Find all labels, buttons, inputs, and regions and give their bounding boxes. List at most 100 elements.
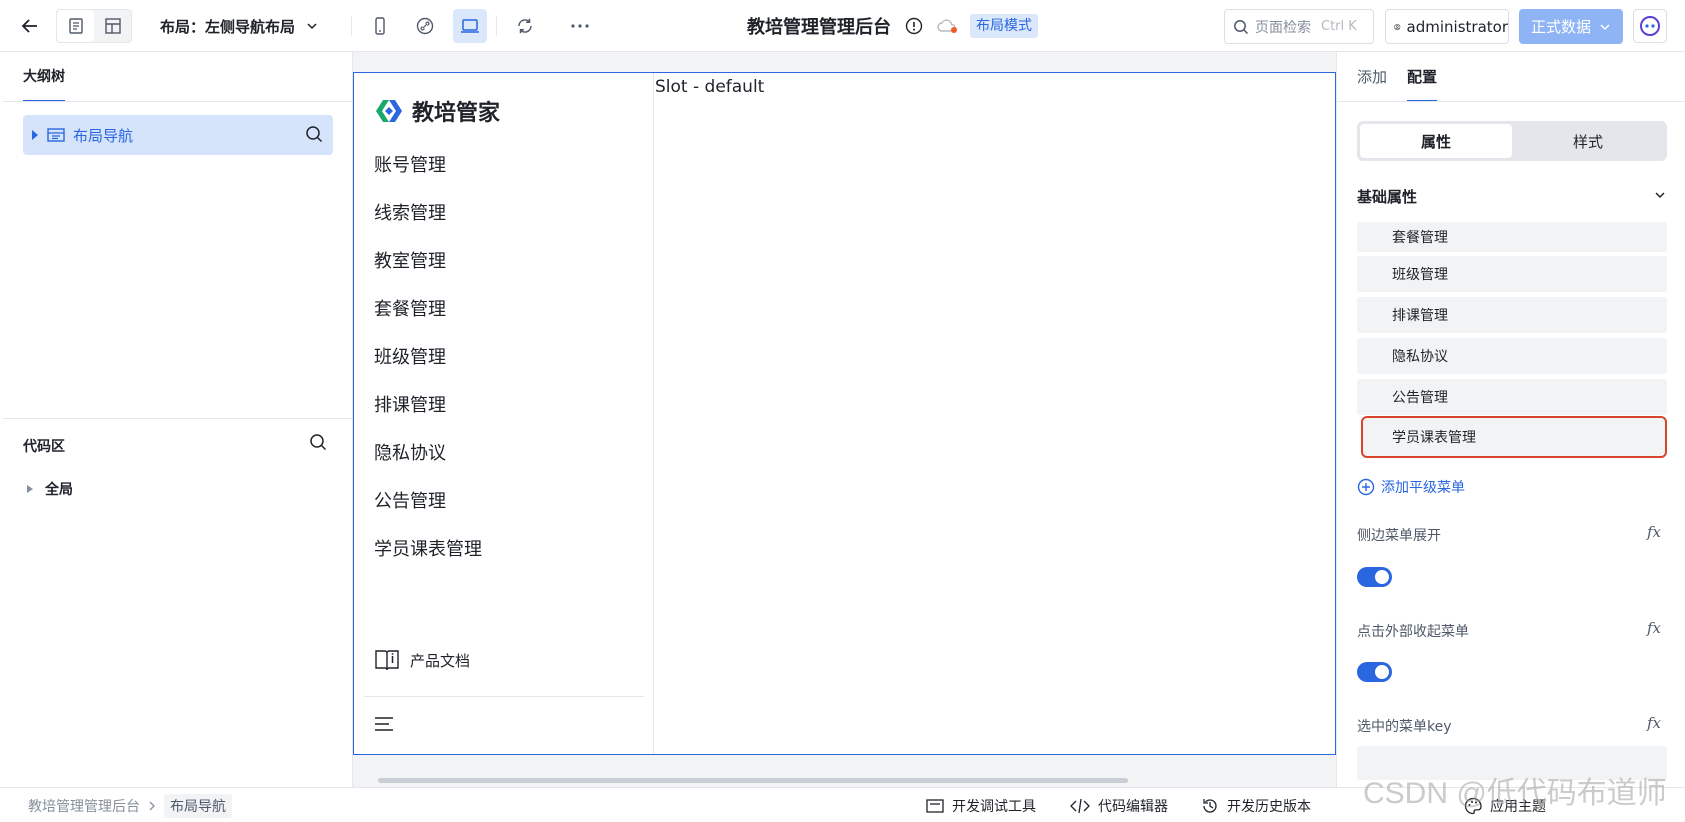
nav-menu-item[interactable]: 学员课表管理 (374, 535, 482, 561)
prop-label-click-outside: 点击外部收起菜单 (1357, 624, 1469, 640)
nav-menu-item[interactable]: 排课管理 (374, 391, 446, 417)
more-icon[interactable] (563, 9, 597, 43)
code-editor-label: 代码编辑器 (1098, 798, 1168, 815)
add-sibling-menu-label: 添加平级菜单 (1381, 480, 1465, 496)
code-area-title: 代码区 (23, 439, 65, 455)
add-sibling-menu-button[interactable]: 添加平级菜单 (1357, 477, 1465, 497)
env-data-button[interactable]: 正式数据 (1519, 9, 1623, 44)
toolbar-divider (496, 16, 497, 36)
search-icon (1234, 19, 1249, 34)
history-label: 开发历史版本 (1227, 798, 1311, 815)
top-toolbar: 布局：左侧导航布局 教培管理管理后台 布局模式 页面检索 Ctrl K admi… (0, 0, 1685, 52)
divider (3, 418, 352, 419)
selected-key-input[interactable] (1357, 746, 1667, 780)
link-icon[interactable] (408, 9, 442, 43)
search-icon[interactable] (309, 433, 327, 451)
dev-tools-label: 开发调试工具 (952, 798, 1036, 815)
code-editor-button[interactable]: 代码编辑器 (1070, 788, 1168, 822)
nav-menu-item[interactable]: 套餐管理 (374, 295, 446, 321)
app-theme-label: 应用主题 (1490, 798, 1546, 815)
info-icon[interactable] (905, 0, 923, 52)
desktop-device-icon[interactable] (453, 9, 487, 43)
chevron-down-icon[interactable] (1653, 188, 1667, 202)
nav-menu-item[interactable]: 线索管理 (374, 199, 446, 225)
fx-binding-icon[interactable]: fx (1647, 523, 1661, 541)
search-placeholder: 页面检索 (1255, 19, 1311, 36)
prop-label-selected-key: 选中的菜单key (1357, 719, 1452, 735)
menu-config-item[interactable]: 公告管理 (1357, 379, 1667, 415)
view-toggle (56, 9, 132, 43)
page-search-input[interactable]: 页面检索 Ctrl K (1224, 9, 1374, 44)
segment-properties[interactable]: 属性 (1360, 124, 1512, 158)
code-node-label: 全局 (45, 482, 73, 498)
back-arrow-icon[interactable] (13, 9, 47, 43)
nav-menu-item[interactable]: 隐私协议 (374, 439, 446, 465)
segment-style[interactable]: 样式 (1512, 124, 1664, 158)
refresh-icon[interactable] (508, 9, 542, 43)
preview-canvas: 教培管家 账号管理 线索管理 教室管理 套餐管理 班级管理 排课管理 隐私协议 … (353, 72, 1336, 755)
canvas-horizontal-scrollbar[interactable] (378, 778, 1128, 783)
brand-name: 教培管家 (412, 101, 501, 126)
menu-config-item[interactable]: 班级管理 (1357, 256, 1667, 292)
product-docs-label: 产品文档 (410, 651, 471, 670)
palette-icon (1464, 797, 1482, 814)
toggle-click-outside[interactable] (1357, 662, 1392, 682)
history-button[interactable]: 开发历史版本 (1201, 788, 1311, 822)
brand-logo-icon (376, 100, 402, 122)
toggle-side-expand[interactable] (1357, 567, 1392, 587)
chevron-down-icon (1600, 23, 1610, 30)
layout-component-icon (47, 128, 65, 142)
left-panel: 大纲树 布局导航 代码区 全局 (3, 52, 353, 787)
fx-binding-icon[interactable]: fx (1647, 714, 1661, 732)
page-view-icon[interactable] (57, 10, 94, 42)
divider (1337, 101, 1685, 102)
product-docs-link[interactable]: 产品文档 (374, 648, 470, 672)
nav-menu-item[interactable]: 公告管理 (374, 487, 446, 513)
mobile-device-icon[interactable] (363, 9, 397, 43)
layout-select[interactable]: 布局：左侧导航布局 (160, 0, 319, 52)
nav-menu-item[interactable]: 账号管理 (374, 151, 446, 177)
dev-tools-button[interactable]: 开发调试工具 (926, 788, 1036, 822)
app-theme-button[interactable]: 应用主题 (1464, 788, 1546, 822)
preview-side-nav: 教培管家 账号管理 线索管理 教室管理 套餐管理 班级管理 排课管理 隐私协议 … (354, 73, 654, 754)
caret-right-icon (32, 130, 38, 140)
app-title: 教培管理管理后台 (747, 17, 891, 38)
nav-menu-item[interactable]: 班级管理 (374, 343, 446, 369)
slot-placeholder: Slot - default (655, 77, 765, 97)
tree-node-layout-nav[interactable]: 布局导航 (23, 115, 333, 155)
code-node-global[interactable]: 全局 (27, 479, 73, 499)
breadcrumb-root[interactable]: 教培管理管理后台 (28, 796, 140, 816)
tab-outline-tree[interactable]: 大纲树 (23, 52, 65, 102)
layout-select-label: 布局：左侧导航布局 (160, 17, 296, 36)
search-icon[interactable] (305, 125, 323, 143)
user-menu[interactable]: administrator (1385, 9, 1509, 44)
chevron-down-icon (307, 23, 317, 30)
right-panel: 添加 配置 属性 样式 基础属性 套餐管理 班级管理 排课管理 隐私协议 公告管… (1336, 52, 1685, 787)
chevron-right-icon (149, 801, 155, 810)
breadcrumb: 教培管理管理后台 布局导航 (28, 788, 232, 822)
ai-assistant-icon[interactable] (1633, 9, 1667, 43)
nav-menu-item[interactable]: 教室管理 (374, 247, 446, 273)
toolbar-divider (351, 16, 352, 36)
tab-add[interactable]: 添加 (1357, 52, 1387, 102)
fx-binding-icon[interactable]: fx (1647, 619, 1661, 637)
cloud-sync-icon (937, 0, 959, 52)
props-style-switch: 属性 样式 (1357, 121, 1667, 161)
prop-label-side-expand: 侧边菜单展开 (1357, 528, 1441, 544)
env-data-label: 正式数据 (1530, 18, 1591, 36)
user-icon (1394, 23, 1401, 30)
caret-right-icon (27, 485, 33, 493)
menu-config-item[interactable]: 套餐管理 (1357, 222, 1667, 252)
breadcrumb-current[interactable]: 布局导航 (164, 793, 232, 818)
menu-config-item-selected[interactable]: 学员课表管理 (1361, 416, 1667, 458)
menu-config-item[interactable]: 排课管理 (1357, 297, 1667, 333)
history-icon (1203, 798, 1217, 813)
layout-view-icon[interactable] (94, 10, 131, 42)
menu-collapse-icon[interactable] (374, 716, 394, 732)
tab-config[interactable]: 配置 (1407, 52, 1438, 102)
divider (3, 101, 352, 102)
section-basic-props[interactable]: 基础属性 (1357, 186, 1417, 207)
search-shortcut: Ctrl K (1321, 19, 1357, 34)
user-name: administrator (1406, 17, 1508, 36)
menu-config-item[interactable]: 隐私协议 (1357, 338, 1667, 374)
